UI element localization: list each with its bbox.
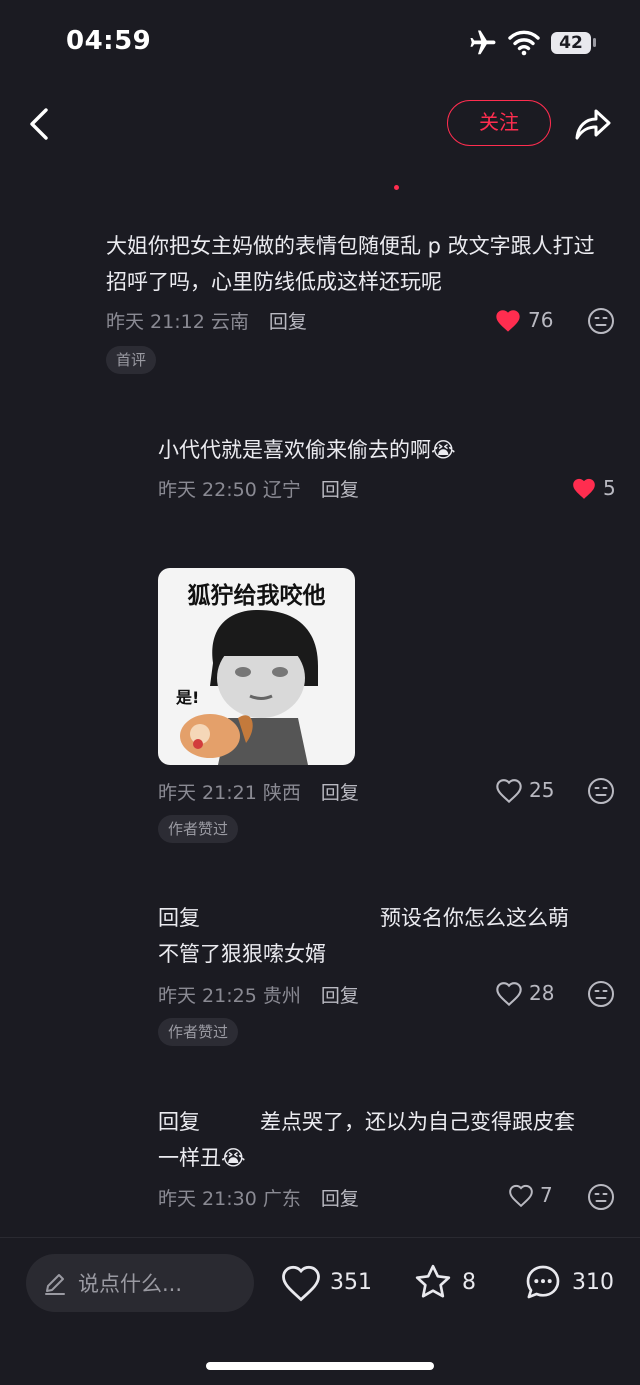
comment-text: 大姐你把女主妈做的表情包随便乱 p 改文字跟人打过招呼了吗，心里防线低成这样还玩… <box>106 234 595 294</box>
comment-meta: 昨天 21:30 广东 回复 <box>158 1184 359 1211</box>
comments-button[interactable]: 310 <box>522 1262 614 1302</box>
like-count: 76 <box>528 308 554 332</box>
comment-meta: 昨天 22:50 辽宁 回复 <box>158 475 359 502</box>
post-like-count: 351 <box>330 1269 372 1295</box>
battery-icon: 42 <box>548 30 598 56</box>
like-button[interactable]: 76 <box>494 307 553 333</box>
heart-outline-icon <box>282 1265 320 1302</box>
reply-button[interactable]: 回复 <box>269 311 307 333</box>
first-comment-tag: 首评 <box>106 346 157 374</box>
pencil-icon <box>45 1274 65 1295</box>
comment-location: 广东 <box>262 1188 301 1210</box>
comment-input-placeholder: 说点什么... <box>78 1272 183 1296</box>
comment-time: 昨天 21:12 <box>106 311 205 333</box>
favorite-button[interactable]: 8 <box>412 1262 476 1302</box>
comment-time: 昨天 21:25 <box>158 985 257 1007</box>
star-outline-icon <box>415 1264 451 1298</box>
emoji-reaction-icon[interactable] <box>587 1183 615 1211</box>
emoji-reaction-icon[interactable] <box>587 307 615 335</box>
reply-button[interactable]: 回复 <box>321 479 359 501</box>
comment-text: 小代代就是喜欢偷来偷去的啊😭 <box>158 438 456 462</box>
heart-filled-icon <box>496 310 520 332</box>
comment-text: 回复 差点哭了，还以为自己变得跟皮套 一样丑😭 <box>158 1110 575 1170</box>
like-count: 28 <box>529 981 555 1005</box>
reply-prefix: 回复 <box>158 1110 200 1134</box>
chat-bubble-icon <box>526 1265 560 1299</box>
like-button[interactable]: 28 <box>495 980 554 1006</box>
comment-location: 陕西 <box>262 782 301 804</box>
emoji-reaction-icon[interactable] <box>587 777 615 805</box>
heart-outline-icon <box>496 779 522 803</box>
wifi-icon <box>508 30 540 56</box>
reply-button[interactable]: 回复 <box>321 782 359 804</box>
sticker-label: 是! <box>176 688 200 707</box>
like-button[interactable]: 5 <box>571 476 616 500</box>
comment-location: 辽宁 <box>262 479 301 501</box>
share-icon[interactable] <box>572 104 612 144</box>
heart-filled-icon <box>573 478 595 499</box>
favorite-count: 8 <box>462 1269 476 1295</box>
crying-emoji-icon: 😭 <box>221 1146 246 1170</box>
reply-button[interactable]: 回复 <box>321 1188 359 1210</box>
comment-input[interactable]: 说点什么... <box>26 1254 254 1312</box>
status-time: 04:59 <box>66 26 152 56</box>
battery-level: 42 <box>551 32 591 54</box>
like-count: 25 <box>529 778 555 802</box>
back-arrow-icon[interactable] <box>24 104 56 144</box>
comment-meta: 昨天 21:12 云南 回复 <box>106 307 307 334</box>
like-post-button[interactable]: 351 <box>280 1262 372 1302</box>
comment-meta: 昨天 21:21 陕西 回复 <box>158 778 359 805</box>
meme-face-illustration <box>180 610 318 765</box>
comment-location: 云南 <box>210 311 249 333</box>
author-liked-tag: 作者赞过 <box>158 1018 239 1046</box>
author-liked-tag: 作者赞过 <box>158 815 239 843</box>
emoji-reaction-icon[interactable] <box>587 980 615 1008</box>
comment-time: 昨天 21:30 <box>158 1188 257 1210</box>
like-count: 5 <box>603 476 616 500</box>
reply-prefix: 回复 <box>158 906 200 930</box>
sticker-image[interactable]: 狐狞给我咬他 是! <box>158 568 355 765</box>
reply-button[interactable]: 回复 <box>321 985 359 1007</box>
notification-dot <box>394 185 399 190</box>
heart-outline-icon <box>496 982 522 1006</box>
like-button[interactable]: 25 <box>495 777 554 803</box>
heart-outline-icon <box>509 1184 533 1207</box>
comment-location: 贵州 <box>262 985 301 1007</box>
comment-meta: 昨天 21:25 贵州 回复 <box>158 981 359 1008</box>
comment-time: 昨天 21:21 <box>158 782 257 804</box>
bottom-divider <box>0 1237 640 1238</box>
crying-emoji-icon: 😭 <box>431 438 456 462</box>
follow-button[interactable]: 关注 <box>447 100 551 146</box>
like-button[interactable]: 7 <box>508 1183 553 1207</box>
like-count: 7 <box>540 1183 553 1207</box>
comment-time: 昨天 22:50 <box>158 479 257 501</box>
airplane-mode-icon <box>470 30 496 55</box>
comment-count: 310 <box>572 1269 614 1295</box>
home-indicator <box>206 1362 434 1370</box>
comment-text: 回复 预设名你怎么这么萌 不管了狠狠嗦女婿 <box>158 906 569 966</box>
